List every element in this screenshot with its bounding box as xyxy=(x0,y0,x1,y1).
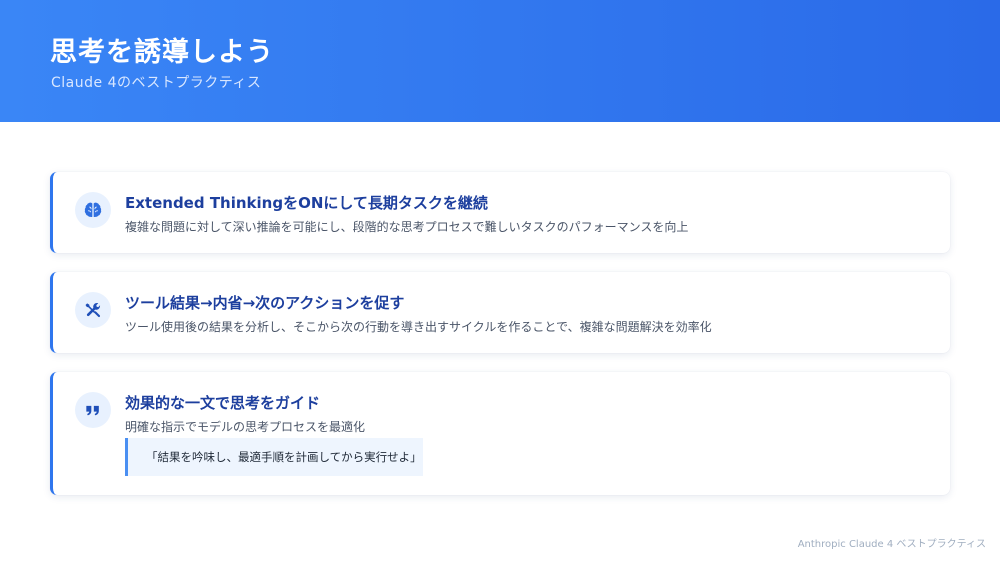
card-title: Extended ThinkingをONにして長期タスクを継続 xyxy=(125,194,488,212)
quote-text: 「結果を吟味し、最適手順を計画してから実行せよ」 xyxy=(146,450,422,464)
card-title: ツール結果→内省→次のアクションを促す xyxy=(125,294,405,312)
header-banner: 思考を誘導しよう Claude 4のベストプラクティス xyxy=(0,0,1000,122)
card-one-sentence-guide: 効果的な一文で思考をガイド 明確な指示でモデルの思考プロセスを最適化 「結果を吟… xyxy=(50,372,950,495)
page-title: 思考を誘導しよう xyxy=(50,37,274,68)
slide: 思考を誘導しよう Claude 4のベストプラクティス Extended Thi… xyxy=(0,0,1000,563)
card-tool-reflection: ツール結果→内省→次のアクションを促す ツール使用後の結果を分析し、そこから次の… xyxy=(50,272,950,353)
card-extended-thinking: Extended ThinkingをONにして長期タスクを継続 複雑な問題に対し… xyxy=(50,172,950,253)
tools-icon xyxy=(75,292,111,328)
page-subtitle: Claude 4のベストプラクティス xyxy=(51,75,262,91)
card-description: ツール使用後の結果を分析し、そこから次の行動を導き出すサイクルを作ることで、複雑… xyxy=(125,320,712,334)
brain-icon xyxy=(75,192,111,228)
card-description: 複雑な問題に対して深い推論を可能にし、段階的な思考プロセスで難しいタスクのパフォ… xyxy=(125,220,689,234)
footer-text: Anthropic Claude 4 ベストプラクティス xyxy=(797,539,986,550)
card-description: 明確な指示でモデルの思考プロセスを最適化 xyxy=(125,420,366,434)
quote-icon xyxy=(75,392,111,428)
card-title: 効果的な一文で思考をガイド xyxy=(125,394,321,412)
quote-box: 「結果を吟味し、最適手順を計画してから実行せよ」 xyxy=(125,438,423,476)
